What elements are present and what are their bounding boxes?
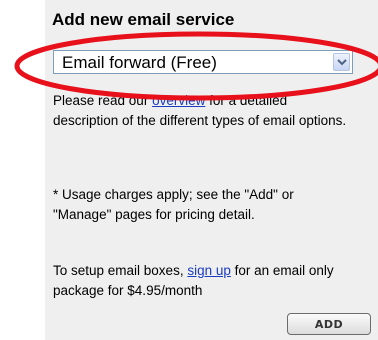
overview-link[interactable]: overview xyxy=(152,93,205,108)
chevron-down-icon xyxy=(337,59,347,66)
overview-text-before: Please read our xyxy=(53,93,153,108)
usage-charges-note: * Usage charges apply; see the "Add" or … xyxy=(53,187,294,222)
dropdown-button[interactable] xyxy=(333,53,350,71)
page: Add new email service Email forward (Fre… xyxy=(0,0,378,340)
add-button[interactable]: ADD xyxy=(287,313,371,335)
overview-paragraph: Please read our overview for a detailed … xyxy=(53,91,353,131)
sign-up-link[interactable]: sign up xyxy=(187,263,231,278)
service-type-select[interactable]: Email forward (Free) xyxy=(53,50,353,74)
service-type-selected-value: Email forward (Free) xyxy=(62,53,217,72)
section-title: Add new email service xyxy=(52,10,235,29)
signup-paragraph: To setup email boxes, sign up for an ema… xyxy=(53,261,353,301)
signup-text-before: To setup email boxes, xyxy=(53,263,188,278)
